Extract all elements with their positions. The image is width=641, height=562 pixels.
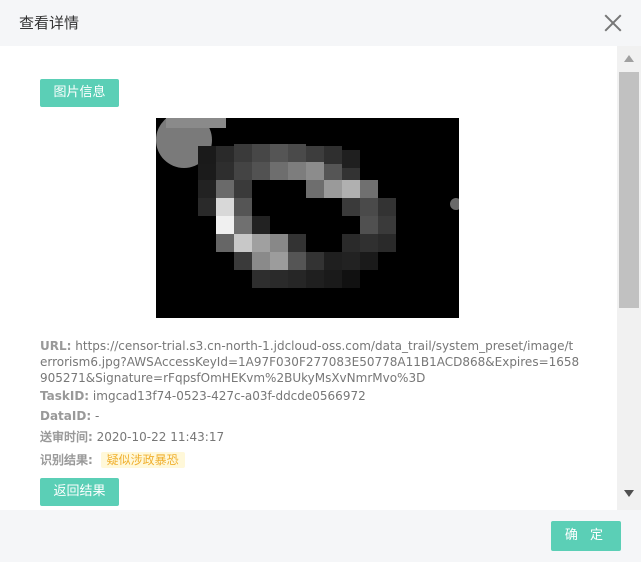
dialog-footer: 确 定 xyxy=(0,510,641,562)
dataid-value: - xyxy=(94,409,100,423)
taskid-value: imgcad13f74-0523-427c-a03f-ddcde0566972 xyxy=(92,389,366,403)
submit-time-row: 送审时间: 2020-10-22 11:43:17 xyxy=(40,429,224,445)
image-info-button[interactable]: 图片信息 xyxy=(40,79,119,107)
taskid-row: TaskID: imgcad13f74-0523-427c-a03f-ddcde… xyxy=(40,388,366,404)
result-badge: 疑似涉政暴恐 xyxy=(100,452,185,468)
return-result-button[interactable]: 返回结果 xyxy=(40,478,119,506)
close-icon[interactable] xyxy=(601,11,625,35)
submit-time-value: 2020-10-22 11:43:17 xyxy=(96,430,225,444)
image-preview xyxy=(156,118,459,318)
pixelated-image xyxy=(156,118,459,318)
result-row: 识别结果: 疑似涉政暴恐 xyxy=(40,452,185,468)
result-label: 识别结果: xyxy=(40,453,93,467)
dialog-content: 图片信息 URL: https://censor-trial.s3.cn-nor… xyxy=(0,46,617,510)
dataid-row: DataID: - xyxy=(40,408,99,424)
submit-time-label: 送审时间: xyxy=(40,430,93,444)
dialog-header: 查看详情 xyxy=(0,0,641,46)
taskid-label: TaskID: xyxy=(40,389,90,403)
scroll-down-icon[interactable] xyxy=(624,490,634,497)
dataid-label: DataID: xyxy=(40,409,92,423)
url-value[interactable]: https://censor-trial.s3.cn-north-1.jdclo… xyxy=(40,339,579,385)
content-scrollbar[interactable] xyxy=(617,46,641,510)
confirm-button[interactable]: 确 定 xyxy=(551,521,621,551)
dialog-title: 查看详情 xyxy=(19,14,80,32)
detail-dialog: 查看详情 图片信息 URL: https://censor-trial.s3.c… xyxy=(0,0,641,562)
url-row: URL: https://censor-trial.s3.cn-north-1.… xyxy=(40,338,580,386)
scrollbar-thumb[interactable] xyxy=(619,72,639,308)
url-label: URL: xyxy=(40,339,72,353)
scroll-up-icon[interactable] xyxy=(624,55,634,62)
